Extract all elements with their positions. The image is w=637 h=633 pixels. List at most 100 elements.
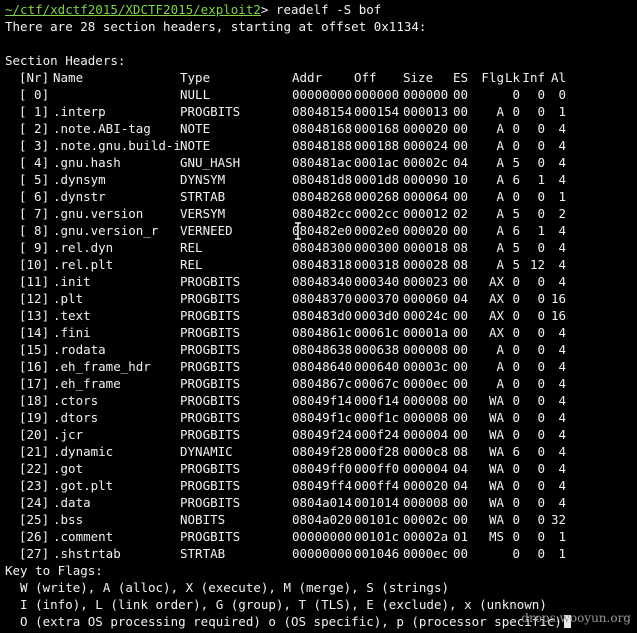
cell-off: 000640	[354, 359, 400, 374]
cell-nr: [13]	[19, 308, 50, 323]
cell-flg: A	[496, 206, 504, 221]
cell-al: 4	[558, 444, 566, 459]
cell-es: 00	[453, 308, 469, 323]
cell-lk: 0	[512, 87, 520, 102]
cell-nr: [ 9]	[19, 240, 50, 255]
cell-addr: 0804a020	[292, 512, 353, 527]
cell-inf: 0	[537, 427, 545, 442]
cell-off: 000f1c	[354, 410, 400, 425]
cell-size: 00003c	[403, 359, 449, 374]
table-row: [17] .eh_frame PROGBITS 0804867c 00067c 0000e…	[5, 375, 637, 392]
cell-name: .plt	[53, 291, 84, 306]
cell-off: 000638	[354, 342, 400, 357]
table-row: [13] .text PROGBITS 080483d0 0003d0 00024c 00 A…	[5, 307, 637, 324]
cell-off: 000f24	[354, 427, 400, 442]
cell-off: 000318	[354, 257, 400, 272]
cell-al: 4	[558, 478, 566, 493]
cell-es: 08	[453, 240, 469, 255]
cell-al: 4	[558, 138, 566, 153]
cell-flg: WA	[488, 478, 504, 493]
cell-al: 1	[558, 529, 566, 544]
cell-lk: 5	[512, 155, 520, 170]
cell-inf: 0	[537, 478, 545, 493]
cell-type: DYNAMIC	[180, 444, 233, 459]
cell-name: .note.gnu.build-i	[53, 138, 181, 153]
cell-type: PROGBITS	[180, 104, 241, 119]
cell-es: 00	[453, 325, 469, 340]
cell-lk: 5	[512, 257, 520, 272]
table-row: [24] .data PROGBITS 0804a014 001014 000008 00 W…	[5, 494, 637, 511]
prompt-line: ~/ctf/xdctf2015/XDCTF2015/exploit2> read…	[5, 1, 637, 18]
cell-al: 4	[558, 461, 566, 476]
cell-lk: 6	[512, 172, 520, 187]
cell-flg: WA	[488, 444, 504, 459]
cell-inf: 0	[537, 512, 545, 527]
cell-type: PROGBITS	[180, 495, 241, 510]
cell-es: 00	[453, 427, 469, 442]
cell-name: .interp	[53, 104, 106, 119]
cell-inf: 0	[537, 291, 545, 306]
cell-nr: [19]	[19, 410, 50, 425]
cell-addr: 08048640	[292, 359, 353, 374]
cell-type: NOBITS	[180, 512, 226, 527]
cell-name: .gnu.hash	[53, 155, 121, 170]
cell-flg: A	[496, 376, 504, 391]
cell-addr: 08048638	[292, 342, 353, 357]
cell-inf: 0	[537, 376, 545, 391]
cell-addr: 0804867c	[292, 376, 353, 391]
cell-flg: A	[496, 104, 504, 119]
cell-size: 00024c	[403, 308, 449, 323]
cell-es: 00	[453, 342, 469, 357]
cell-al: 16	[550, 308, 566, 323]
cell-size: 0000ec	[403, 546, 449, 561]
col-flg: Flg	[481, 70, 504, 85]
cell-inf: 0	[537, 121, 545, 136]
cell-lk: 0	[512, 308, 520, 323]
cell-type: VERNEED	[180, 223, 233, 238]
cell-nr: [ 4]	[19, 155, 50, 170]
cell-type: STRTAB	[180, 189, 226, 204]
cell-type: PROGBITS	[180, 291, 241, 306]
cell-al: 4	[558, 223, 566, 238]
cell-nr: [ 2]	[19, 121, 50, 136]
cell-name: .rel.dyn	[53, 240, 114, 255]
cell-name: .data	[53, 495, 91, 510]
cell-name: .fini	[53, 325, 91, 340]
cell-inf: 0	[537, 529, 545, 544]
cell-lk: 0	[512, 393, 520, 408]
cell-inf: 0	[537, 138, 545, 153]
cell-al: 4	[558, 257, 566, 272]
col-addr: Addr	[292, 70, 323, 85]
cell-size: 000013	[403, 104, 449, 119]
cell-nr: [ 8]	[19, 223, 50, 238]
cell-inf: 0	[537, 206, 545, 221]
cell-name: .eh_frame_hdr	[53, 359, 151, 374]
cell-al: 4	[558, 376, 566, 391]
col-es: ES	[453, 70, 469, 85]
cell-al: 0	[558, 87, 566, 102]
cell-flg: A	[496, 342, 504, 357]
cell-type: PROGBITS	[180, 393, 241, 408]
table-row: [12] .plt PROGBITS 08048370 000370 000060 04 AX…	[5, 290, 637, 307]
cell-type: NULL	[180, 87, 211, 102]
table-row: [ 0] NULL 00000000 000000 000000 00 0 0 0	[5, 86, 637, 103]
cell-es: 04	[453, 291, 469, 306]
cell-name: .jcr	[53, 427, 84, 442]
col-al: Al	[550, 70, 566, 85]
cell-al: 4	[558, 172, 566, 187]
cell-name: .dynamic	[53, 444, 114, 459]
table-row: [ 6] .dynstr STRTAB 08048268 000268 000064 00 A…	[5, 188, 637, 205]
table-row: [21] .dynamic DYNAMIC 08049f28 000f28 0000c8 0…	[5, 443, 637, 460]
table-row: [ 4] .gnu.hash GNU_HASH 080481ac 0001ac 00002…	[5, 154, 637, 171]
cell-nr: [22]	[19, 461, 50, 476]
cell-name: .shstrtab	[53, 546, 121, 561]
cell-addr: 00000000	[292, 546, 353, 561]
table-row: [ 3] .note.gnu.build-i NOTE 08048188 000188 0…	[5, 137, 637, 154]
cell-es: 08	[453, 257, 469, 272]
cell-lk: 0	[512, 376, 520, 391]
terminal-window[interactable]: ~/ctf/xdctf2015/XDCTF2015/exploit2> read…	[5, 1, 637, 633]
cell-al: 4	[558, 342, 566, 357]
cell-addr: 08049f14	[292, 393, 353, 408]
cell-al: 16	[550, 291, 566, 306]
cell-name: .note.ABI-tag	[53, 121, 151, 136]
